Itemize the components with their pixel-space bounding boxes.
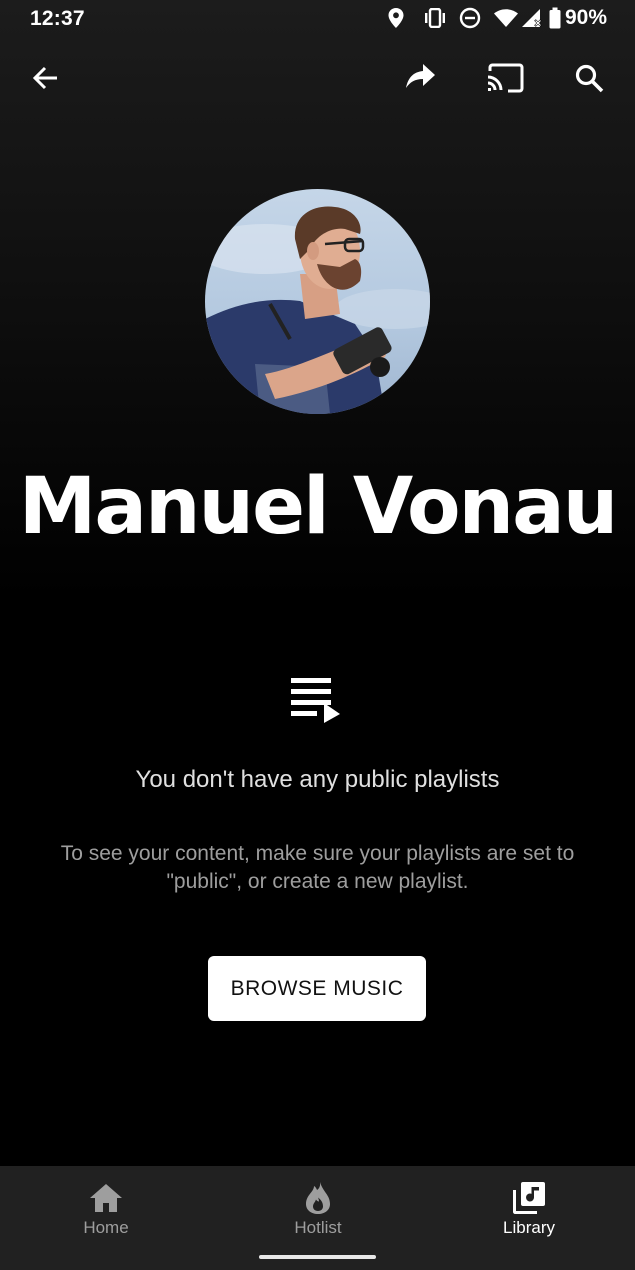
browse-music-button[interactable]: BROWSE MUSIC <box>208 956 426 1021</box>
nav-item-home[interactable]: Home <box>0 1166 212 1270</box>
avatar <box>205 189 430 414</box>
back-button[interactable] <box>21 54 69 102</box>
do-not-disturb-icon <box>459 7 481 29</box>
cell-signal-icon <box>521 8 543 28</box>
search-icon <box>575 64 604 93</box>
location-icon <box>387 7 405 29</box>
status-bar: 12:37 90% <box>0 0 635 40</box>
wifi-icon <box>493 8 519 28</box>
cast-button[interactable] <box>481 54 529 102</box>
share-icon <box>406 64 435 88</box>
share-button[interactable] <box>397 54 445 102</box>
playlist-play-icon <box>288 675 344 725</box>
browse-music-label: BROWSE MUSIC <box>230 976 404 1000</box>
status-icons: 90% <box>375 6 607 30</box>
nav-label-home: Home <box>83 1218 129 1237</box>
nav-label-library: Library <box>503 1218 555 1237</box>
profile-name: Manuel Vonau <box>18 462 619 552</box>
empty-state-description: To see your content, make sure your play… <box>60 842 575 893</box>
vibrate-icon <box>423 8 447 28</box>
empty-state-title: You don't have any public playlists <box>135 766 500 793</box>
search-button[interactable] <box>565 54 613 102</box>
cast-icon <box>487 63 524 93</box>
back-arrow-icon <box>32 66 57 90</box>
gesture-home-indicator[interactable] <box>259 1255 376 1259</box>
fire-icon <box>212 1180 424 1216</box>
nav-label-hotlist: Hotlist <box>294 1218 342 1237</box>
library-music-icon <box>423 1180 635 1216</box>
home-icon <box>0 1180 212 1216</box>
battery-icon <box>549 7 561 29</box>
nav-item-library[interactable]: Library <box>423 1166 635 1270</box>
battery-percentage: 90% <box>564 6 607 29</box>
status-time: 12:37 <box>30 7 85 30</box>
